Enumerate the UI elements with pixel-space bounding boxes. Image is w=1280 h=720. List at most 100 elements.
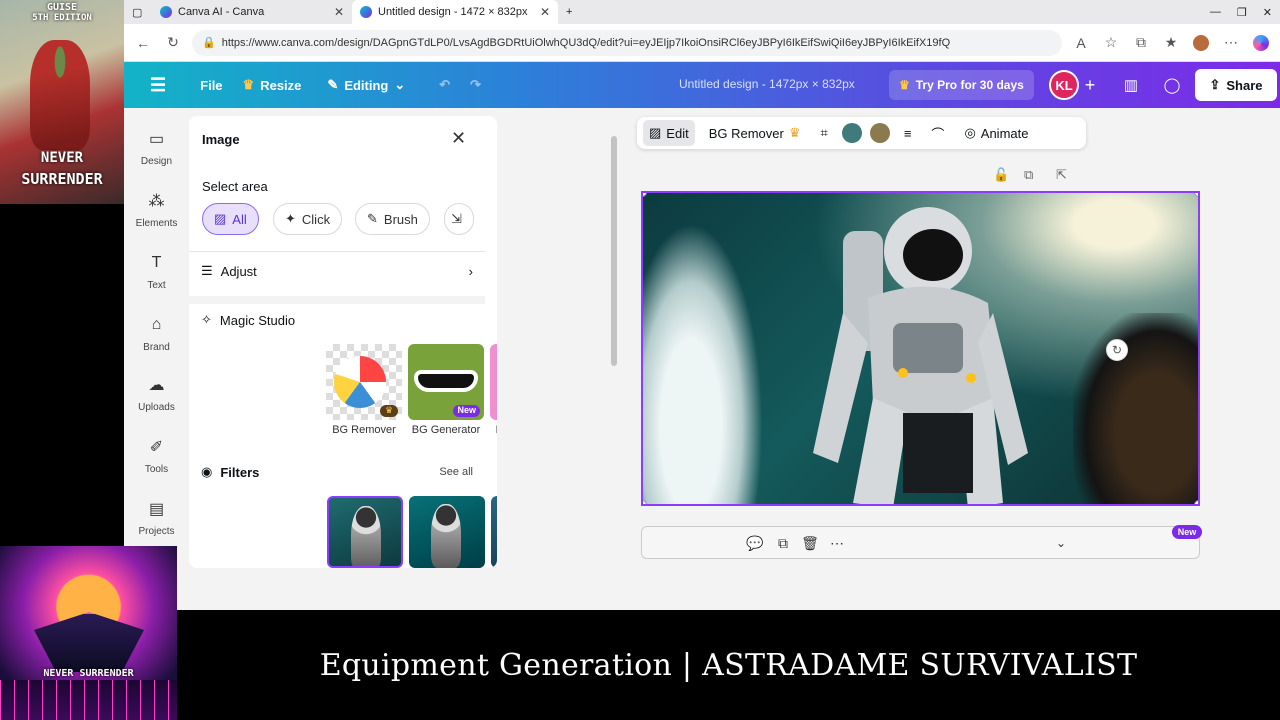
erase-icon: ⇲	[451, 211, 462, 226]
rail-label: Uploads	[138, 402, 175, 413]
chevron-down-icon[interactable]: ⌄	[1050, 533, 1072, 553]
border-style-icon[interactable]: ≡	[898, 120, 918, 146]
color-swatch[interactable]	[841, 123, 862, 143]
select-all-chip[interactable]: ▨ All	[202, 203, 259, 235]
rail-item-text[interactable]: T Text	[124, 252, 189, 291]
magic-eraser-tile[interactable]: ♛	[490, 344, 497, 420]
resize-label: Resize	[260, 77, 302, 93]
bg-remover-button[interactable]: BG Remover ♛	[703, 120, 807, 146]
rail-item-tools[interactable]: ✐ Tools	[124, 436, 189, 475]
favorites-icon[interactable]: ★	[1160, 32, 1182, 54]
resize-handle[interactable]	[1194, 500, 1198, 504]
more-menu-icon[interactable]: ⋯	[1220, 32, 1242, 54]
lock-icon[interactable]: 🔓	[993, 167, 1009, 183]
more-options-icon[interactable]: ⋯	[826, 533, 848, 553]
tab-bar: ▢ Canva AI - Canva ✕ Untitled design - 1…	[124, 0, 1280, 24]
copilot-icon[interactable]	[1250, 32, 1272, 54]
crop-icon[interactable]: ⌗	[815, 120, 834, 146]
filter-thumb[interactable]	[409, 496, 485, 568]
edit-label: Edit	[666, 125, 689, 141]
character-figure	[30, 40, 90, 150]
image-icon: ▨	[214, 211, 227, 226]
see-all-link[interactable]: See all	[439, 466, 473, 478]
duplicate-icon[interactable]: ⧉	[772, 533, 794, 553]
bg-remover-tile[interactable]: ♛	[326, 344, 402, 420]
resize-button[interactable]: ♛ Resize	[233, 70, 312, 100]
close-tab-icon[interactable]: ✕	[540, 5, 550, 19]
resize-handle[interactable]	[643, 193, 647, 197]
rail-item-elements[interactable]: ⁂ Elements	[124, 190, 189, 229]
comment-add-icon[interactable]: 💬	[744, 533, 766, 553]
add-page-icon[interactable]: ⇱	[1056, 167, 1067, 183]
editing-mode-dropdown[interactable]: ✎ Editing ⌄	[317, 70, 415, 100]
file-menu[interactable]: File	[190, 70, 232, 100]
select-click-chip[interactable]: ✦ Click	[273, 203, 343, 235]
rail-item-design[interactable]: ▭ Design	[124, 128, 189, 167]
new-tab-icon[interactable]: +	[558, 0, 580, 24]
site-info-icon[interactable]: 🔒	[202, 36, 216, 49]
crown-icon: ♛	[788, 125, 801, 140]
rotate-icon[interactable]: ↻	[1106, 339, 1128, 361]
adjust-row[interactable]: ☰ Adjust ›	[201, 255, 473, 287]
add-collaborator-icon[interactable]: +	[1075, 70, 1105, 100]
rail-item-projects[interactable]: ▤ Projects	[124, 498, 189, 537]
minimize-icon[interactable]: —	[1202, 0, 1229, 24]
design-title[interactable]: Untitled design - 1472px × 832px	[679, 77, 855, 91]
back-icon[interactable]: ←	[132, 32, 154, 54]
page-notes-bar[interactable]	[641, 526, 1200, 559]
crown-icon: ♛	[380, 405, 398, 417]
url-field[interactable]: 🔒 https://www.canva.com/design/DAGpnGTdL…	[192, 29, 1062, 56]
filter-thumb[interactable]	[327, 496, 403, 568]
corner-rounding-icon[interactable]: ⌒	[925, 120, 950, 146]
sliders-icon: ☰	[201, 263, 213, 278]
trash-icon[interactable]: 🗑	[799, 533, 821, 553]
context-toolbar: ▨ Edit BG Remover ♛ ⌗ ≡ ⌒ ◎ Animate	[637, 117, 1086, 149]
close-panel-icon[interactable]: ✕	[451, 128, 466, 149]
resize-handle[interactable]	[1194, 193, 1198, 197]
rock-shape	[1073, 313, 1198, 504]
comment-icon[interactable]: ◯	[1157, 70, 1187, 100]
ice-wave	[643, 223, 763, 504]
menu-icon[interactable]: ☰	[140, 70, 176, 100]
uploads-cloud-icon: ☁	[148, 377, 165, 394]
panel-scrollbar[interactable]	[609, 120, 619, 565]
elements-icon: ⁂	[148, 193, 165, 210]
color-swatch[interactable]	[869, 123, 890, 143]
try-pro-button[interactable]: ♛ Try Pro for 30 days	[889, 70, 1034, 100]
edit-image-button[interactable]: ▨ Edit	[643, 120, 695, 146]
more-select-chip[interactable]: ⇲	[444, 203, 474, 235]
close-window-icon[interactable]: ✕	[1255, 0, 1280, 24]
profile-icon[interactable]	[1190, 32, 1212, 54]
tools-icon: ✐	[149, 439, 164, 456]
read-aloud-icon[interactable]: A	[1070, 32, 1092, 54]
rail-item-uploads[interactable]: ☁ Uploads	[124, 374, 189, 413]
favorite-star-icon[interactable]: ☆	[1100, 32, 1122, 54]
refresh-icon[interactable]: ↻	[162, 32, 184, 54]
animate-label: Animate	[980, 125, 1029, 141]
extensions-icon[interactable]: ⧉	[1130, 32, 1152, 54]
filter-thumb[interactable]	[491, 496, 497, 568]
share-button[interactable]: ⇪ Share	[1195, 69, 1277, 101]
tab-canva-ai[interactable]: Canva AI - Canva ✕	[152, 0, 352, 24]
rail-item-brand[interactable]: ⌂ Brand	[124, 314, 189, 353]
undo-icon[interactable]: ↶	[429, 70, 460, 100]
select-brush-chip[interactable]: ✎ Brush	[355, 203, 430, 235]
try-pro-label: Try Pro for 30 days	[915, 78, 1024, 92]
tab-actions-icon[interactable]: ▢	[124, 0, 152, 24]
maximize-icon[interactable]: ❐	[1229, 0, 1255, 24]
browser-window: ▢ Canva AI - Canva ✕ Untitled design - 1…	[124, 0, 1280, 610]
duplicate-page-icon[interactable]: ⧉	[1024, 167, 1033, 183]
animate-button[interactable]: ◎ Animate	[958, 120, 1034, 146]
bg-generator-tile[interactable]: New	[408, 344, 484, 420]
beach-ball-icon	[334, 356, 386, 408]
tab-label: Canva AI - Canva	[178, 6, 265, 18]
scroll-thumb[interactable]	[611, 136, 617, 366]
analytics-icon[interactable]: ▥	[1116, 70, 1146, 100]
new-badge: New	[453, 405, 480, 417]
filters-heading: ◉ Filters See all	[201, 456, 473, 488]
redo-icon[interactable]: ↷	[460, 70, 491, 100]
tile-label: BG Remover	[332, 424, 396, 436]
rail-label: Text	[147, 280, 166, 291]
close-tab-icon[interactable]: ✕	[334, 5, 344, 19]
tab-untitled-design[interactable]: Untitled design - 1472 × 832px ✕	[352, 0, 558, 24]
